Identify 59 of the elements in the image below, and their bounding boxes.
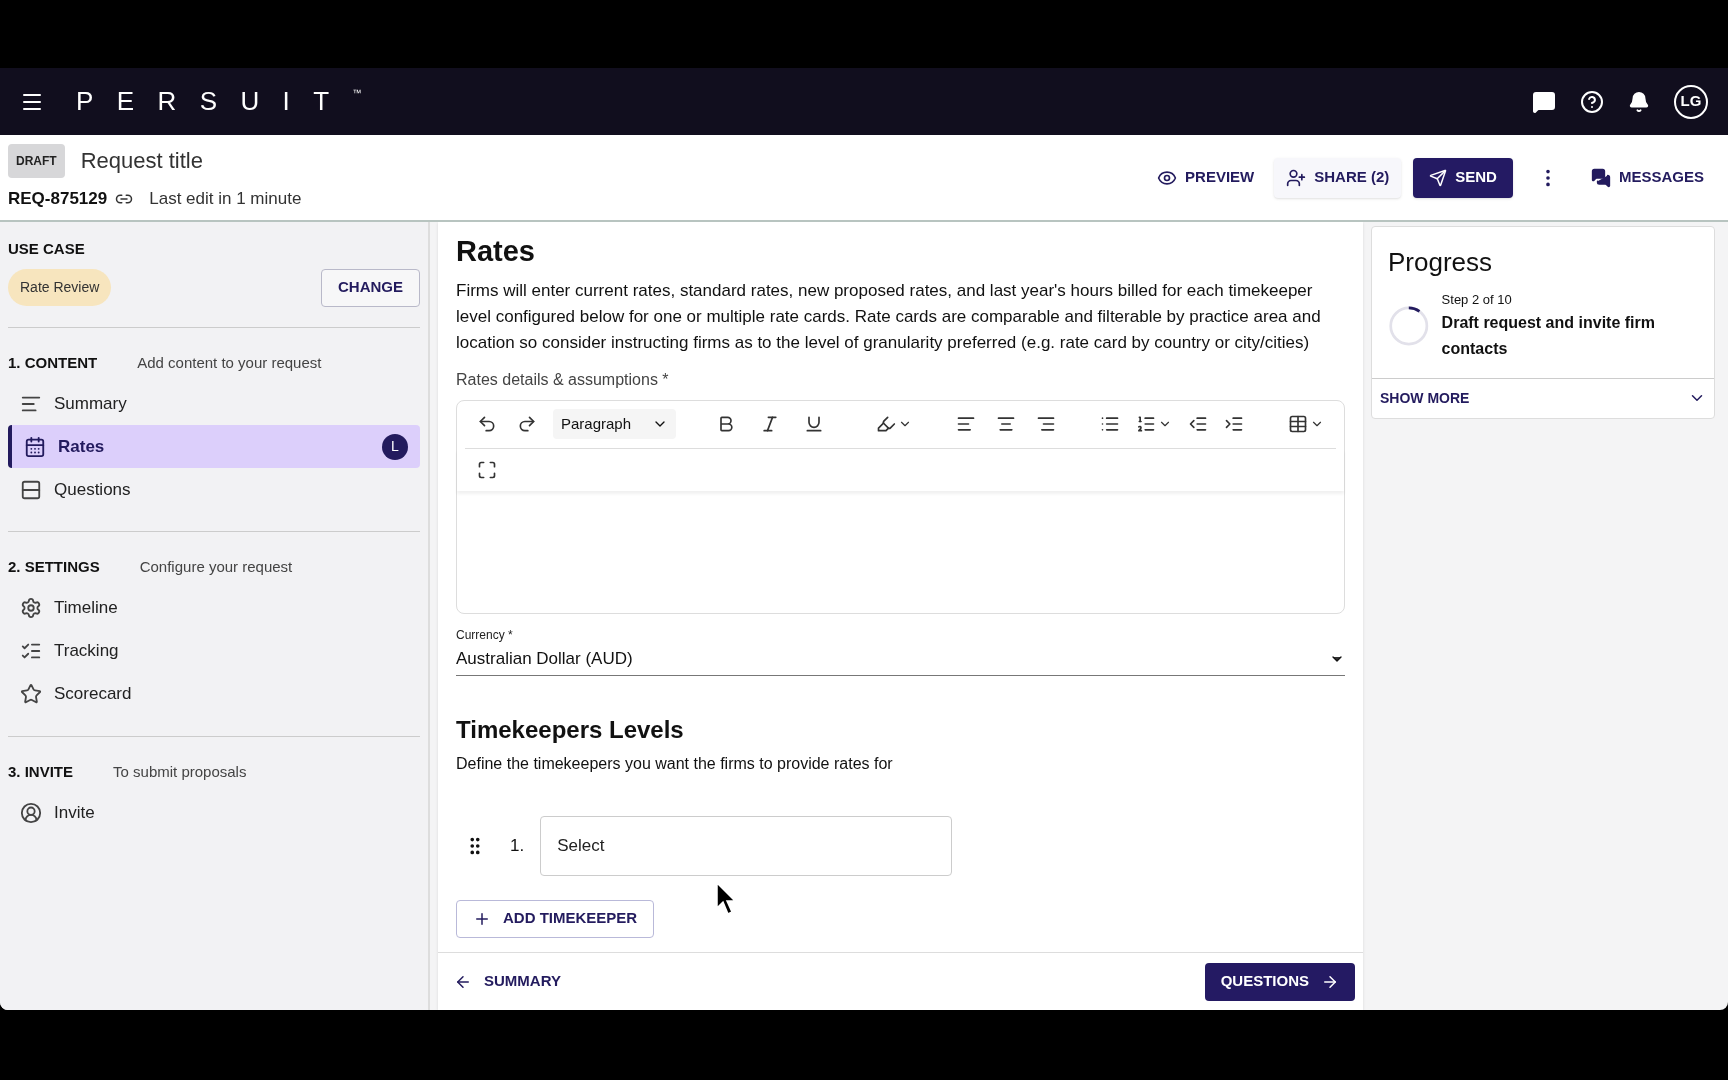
share-button[interactable]: SHARE (2) [1274,157,1402,198]
send-button[interactable]: SEND [1413,157,1513,198]
chat-icon[interactable] [1532,89,1556,114]
use-case-label: USE CASE [8,239,86,259]
sidebar-item[interactable]: Timeline [8,586,420,630]
section-subtitle: Configure your request [139,557,293,577]
storage-icon [20,478,42,501]
request-title[interactable]: Request title [80,144,203,178]
section-heading: Timekeepers Levels [456,714,685,745]
user-badge: L [382,433,408,460]
editor-label: Rates details & assumptions * [456,369,670,390]
table-icon [1288,414,1308,434]
stage-text: Draft request and invite firm contacts [1441,312,1656,359]
use-case-tag: Rate Review [8,269,112,306]
gear-icon [20,597,42,619]
section-title: 2. SETTINGS [8,557,100,577]
chat-icon [1590,167,1611,188]
sidebar-item[interactable]: Invite [8,791,420,834]
person-icon [20,801,42,824]
help-icon[interactable] [1580,89,1604,114]
next-button[interactable]: QUESTIONS [1204,962,1355,1001]
numbered-list-icon [1136,414,1156,434]
sidebar-item[interactable]: Rates L [8,425,420,468]
section-subtitle: Add content to your request [137,352,322,373]
highlighter-icon [876,414,896,434]
sidebar-item[interactable]: Scorecard [8,672,420,716]
section-subtitle: To submit proposals [113,761,247,782]
trademark: ™ [352,86,362,100]
add-timekeeper-button[interactable]: ADD TIMEKEEPER [456,899,655,938]
bell-icon[interactable] [1628,90,1650,113]
currency-select[interactable]: Australian Dollar (AUD) [456,643,1345,676]
description: Firms will enter current rates, standard rates, new proposed rates, and last year's hours billed for each timekeeper level configured below for one or multiple rate cards. Rate cards are comparable and filterable by practice area and location so consider instructing firms as to the level of granularity preferred (e.g. rate card by country or city/cities) [456,279,1322,354]
sidebar-item[interactable]: Questions [8,468,420,511]
preview-button[interactable]: PREVIEW [1145,158,1267,197]
timekeeper-select[interactable]: Select [540,815,953,876]
back-button[interactable]: SUMMARY [454,970,561,993]
section-title: 1. CONTENT [8,352,98,373]
page-heading: Rates [456,234,536,269]
send-icon [1429,168,1448,187]
section-description: Define the timekeepers you want the firms to provide rates for [456,753,894,774]
add-person-icon [1286,167,1307,188]
messages-button[interactable]: MESSAGES [1582,158,1712,197]
change-button[interactable]: CHANGE [321,268,420,307]
row-number: 1. [510,834,525,857]
show-more-button[interactable]: SHOW MORE [1372,377,1714,418]
rich-text-editor[interactable]: Paragraph [456,399,1345,614]
logo: PERSUIT [76,85,353,118]
last-edit-text: Last edit in 1 minute [149,187,302,210]
avatar[interactable]: LG [1674,84,1708,119]
section-title: 3. INVITE [8,761,74,782]
step-text: Step 2 of 10 [1441,291,1513,309]
star-icon [20,683,42,705]
paragraph-dropdown[interactable]: Paragraph [553,409,676,439]
progress-title: Progress [1388,246,1494,279]
request-id: REQ-875129 [8,187,108,210]
sidebar-item[interactable]: Tracking [8,629,420,673]
status-badge: DRAFT [8,143,65,178]
currency-label: Currency * [456,626,514,644]
sidebar-item[interactable]: Summary [8,382,420,425]
